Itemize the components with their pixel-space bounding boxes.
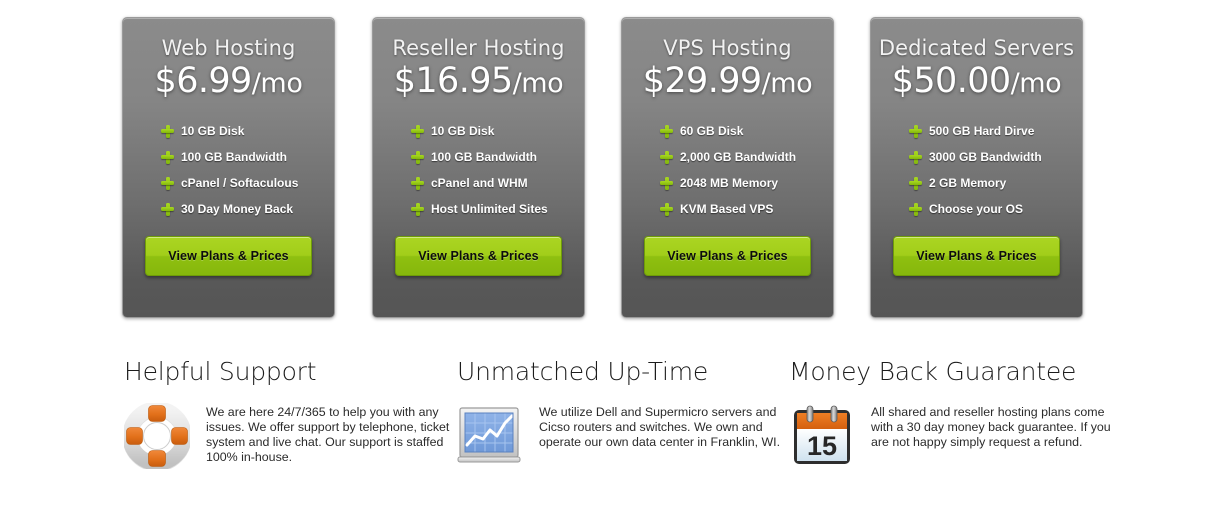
list-item: 10 GB Disk — [161, 118, 334, 144]
plus-icon — [660, 150, 673, 164]
list-item: Host Unlimited Sites — [411, 196, 584, 222]
benefit-money-back-guarantee: Money Back Guarantee 15 All shared and r… — [789, 358, 1124, 469]
life-ring-icon — [122, 401, 192, 471]
list-item: Choose your OS — [909, 196, 1082, 222]
list-item: 2048 MB Memory — [660, 170, 833, 196]
plan-button-wrapper: View Plans & Prices — [871, 222, 1082, 277]
view-plans-button[interactable]: View Plans & Prices — [893, 236, 1060, 277]
benefit-heading: Helpful Support — [124, 357, 317, 386]
list-item: 100 GB Bandwidth — [161, 144, 334, 170]
plan-price-amount: $6.99 — [154, 61, 253, 102]
list-item: 3000 GB Bandwidth — [909, 144, 1082, 170]
plus-icon — [161, 202, 174, 216]
pricing-plans-row: Web Hosting $6.99/mo 10 GB Disk 100 GB B… — [0, 17, 1205, 322]
feature-label: 2048 MB Memory — [680, 176, 779, 191]
plus-icon — [909, 124, 922, 138]
feature-label: 60 GB Disk — [680, 124, 744, 139]
plan-title: VPS Hosting — [663, 36, 792, 60]
plan-price-amount: $29.99 — [642, 61, 762, 102]
plan-title: Dedicated Servers — [878, 36, 1075, 60]
feature-label: 500 GB Hard Dirve — [929, 124, 1035, 139]
benefit-body: We utilize Dell and Supermicro servers a… — [457, 403, 792, 469]
plus-icon — [909, 176, 922, 190]
plan-price-period: /mo — [512, 68, 564, 100]
list-item: 30 Day Money Back — [161, 196, 334, 222]
list-item: 500 GB Hard Dirve — [909, 118, 1082, 144]
feature-label: 30 Day Money Back — [181, 202, 294, 217]
plan-button-wrapper: View Plans & Prices — [622, 222, 833, 277]
line-chart-icon — [457, 403, 523, 469]
plan-price-amount: $50.00 — [891, 61, 1011, 102]
plan-card-dedicated-servers[interactable]: Dedicated Servers $50.00/mo 500 GB Hard … — [870, 17, 1083, 318]
benefit-helpful-support: Helpful Support We are here 24/7/365 to … — [122, 357, 459, 471]
plan-button-wrapper: View Plans & Prices — [123, 222, 334, 277]
feature-label: 2 GB Memory — [929, 176, 1007, 191]
benefit-unmatched-uptime: Unmatched Up-Time We utilize Dell and Su… — [457, 358, 792, 469]
list-item: 10 GB Disk — [411, 118, 584, 144]
plan-price-amount: $16.95 — [393, 61, 513, 102]
view-plans-button[interactable]: View Plans & Prices — [644, 236, 811, 277]
list-item: cPanel and WHM — [411, 170, 584, 196]
plan-price: $50.00/mo — [871, 59, 1082, 101]
feature-label: 10 GB Disk — [431, 124, 495, 139]
plan-feature-list: 60 GB Disk 2,000 GB Bandwidth 2048 MB Me… — [622, 101, 833, 222]
plus-icon — [411, 150, 424, 164]
plan-title: Web Hosting — [161, 36, 296, 60]
plus-icon — [909, 202, 922, 216]
plan-title: Reseller Hosting — [392, 36, 565, 60]
plan-price-period: /mo — [1010, 68, 1062, 100]
plan-price-period: /mo — [251, 68, 303, 100]
list-item: 2 GB Memory — [909, 170, 1082, 196]
plan-price: $6.99/mo — [123, 59, 334, 101]
benefit-body: We are here 24/7/365 to help you with an… — [122, 401, 459, 471]
plus-icon — [660, 124, 673, 138]
benefit-body: 15 All shared and reseller hosting plans… — [789, 403, 1124, 469]
benefit-text: We are here 24/7/365 to help you with an… — [206, 404, 450, 465]
calendar-icon: 15 — [789, 403, 855, 469]
plus-icon — [161, 176, 174, 190]
plus-icon — [411, 202, 424, 216]
feature-label: 100 GB Bandwidth — [181, 150, 288, 165]
plan-feature-list: 10 GB Disk 100 GB Bandwidth cPanel and W… — [373, 101, 584, 222]
calendar-day-number: 15 — [807, 431, 837, 461]
benefit-heading: Unmatched Up-Time — [457, 357, 709, 386]
plus-icon — [161, 124, 174, 138]
plan-card-web-hosting[interactable]: Web Hosting $6.99/mo 10 GB Disk 100 GB B… — [122, 17, 335, 318]
plan-feature-list: 500 GB Hard Dirve 3000 GB Bandwidth 2 GB… — [871, 101, 1082, 222]
benefit-text: All shared and reseller hosting plans co… — [871, 404, 1111, 449]
view-plans-button[interactable]: View Plans & Prices — [145, 236, 312, 277]
plus-icon — [909, 150, 922, 164]
plan-price: $29.99/mo — [622, 59, 833, 101]
plan-button-wrapper: View Plans & Prices — [373, 222, 584, 277]
view-plans-button[interactable]: View Plans & Prices — [395, 236, 562, 277]
list-item: KVM Based VPS — [660, 196, 833, 222]
plan-card-reseller-hosting[interactable]: Reseller Hosting $16.95/mo 10 GB Disk 10… — [372, 17, 585, 318]
plan-price-period: /mo — [761, 68, 813, 100]
plus-icon — [161, 150, 174, 164]
plan-price: $16.95/mo — [373, 59, 584, 101]
feature-label: 3000 GB Bandwidth — [929, 150, 1042, 165]
feature-label: Choose your OS — [929, 202, 1024, 217]
feature-label: 10 GB Disk — [181, 124, 245, 139]
feature-label: 2,000 GB Bandwidth — [680, 150, 797, 165]
feature-label: KVM Based VPS — [680, 202, 774, 217]
list-item: 60 GB Disk — [660, 118, 833, 144]
plus-icon — [411, 176, 424, 190]
benefit-heading: Money Back Guarantee — [789, 357, 1077, 386]
plan-card-vps-hosting[interactable]: VPS Hosting $29.99/mo 60 GB Disk 2,000 G… — [621, 17, 834, 318]
feature-label: cPanel and WHM — [431, 176, 528, 191]
feature-label: cPanel / Softaculous — [181, 176, 299, 191]
list-item: 2,000 GB Bandwidth — [660, 144, 833, 170]
list-item: 100 GB Bandwidth — [411, 144, 584, 170]
feature-label: Host Unlimited Sites — [431, 202, 548, 217]
benefit-text: We utilize Dell and Supermicro servers a… — [539, 404, 781, 449]
feature-label: 100 GB Bandwidth — [431, 150, 538, 165]
plus-icon — [411, 124, 424, 138]
list-item: cPanel / Softaculous — [161, 170, 334, 196]
plus-icon — [660, 176, 673, 190]
plus-icon — [660, 202, 673, 216]
plan-feature-list: 10 GB Disk 100 GB Bandwidth cPanel / Sof… — [123, 101, 334, 222]
